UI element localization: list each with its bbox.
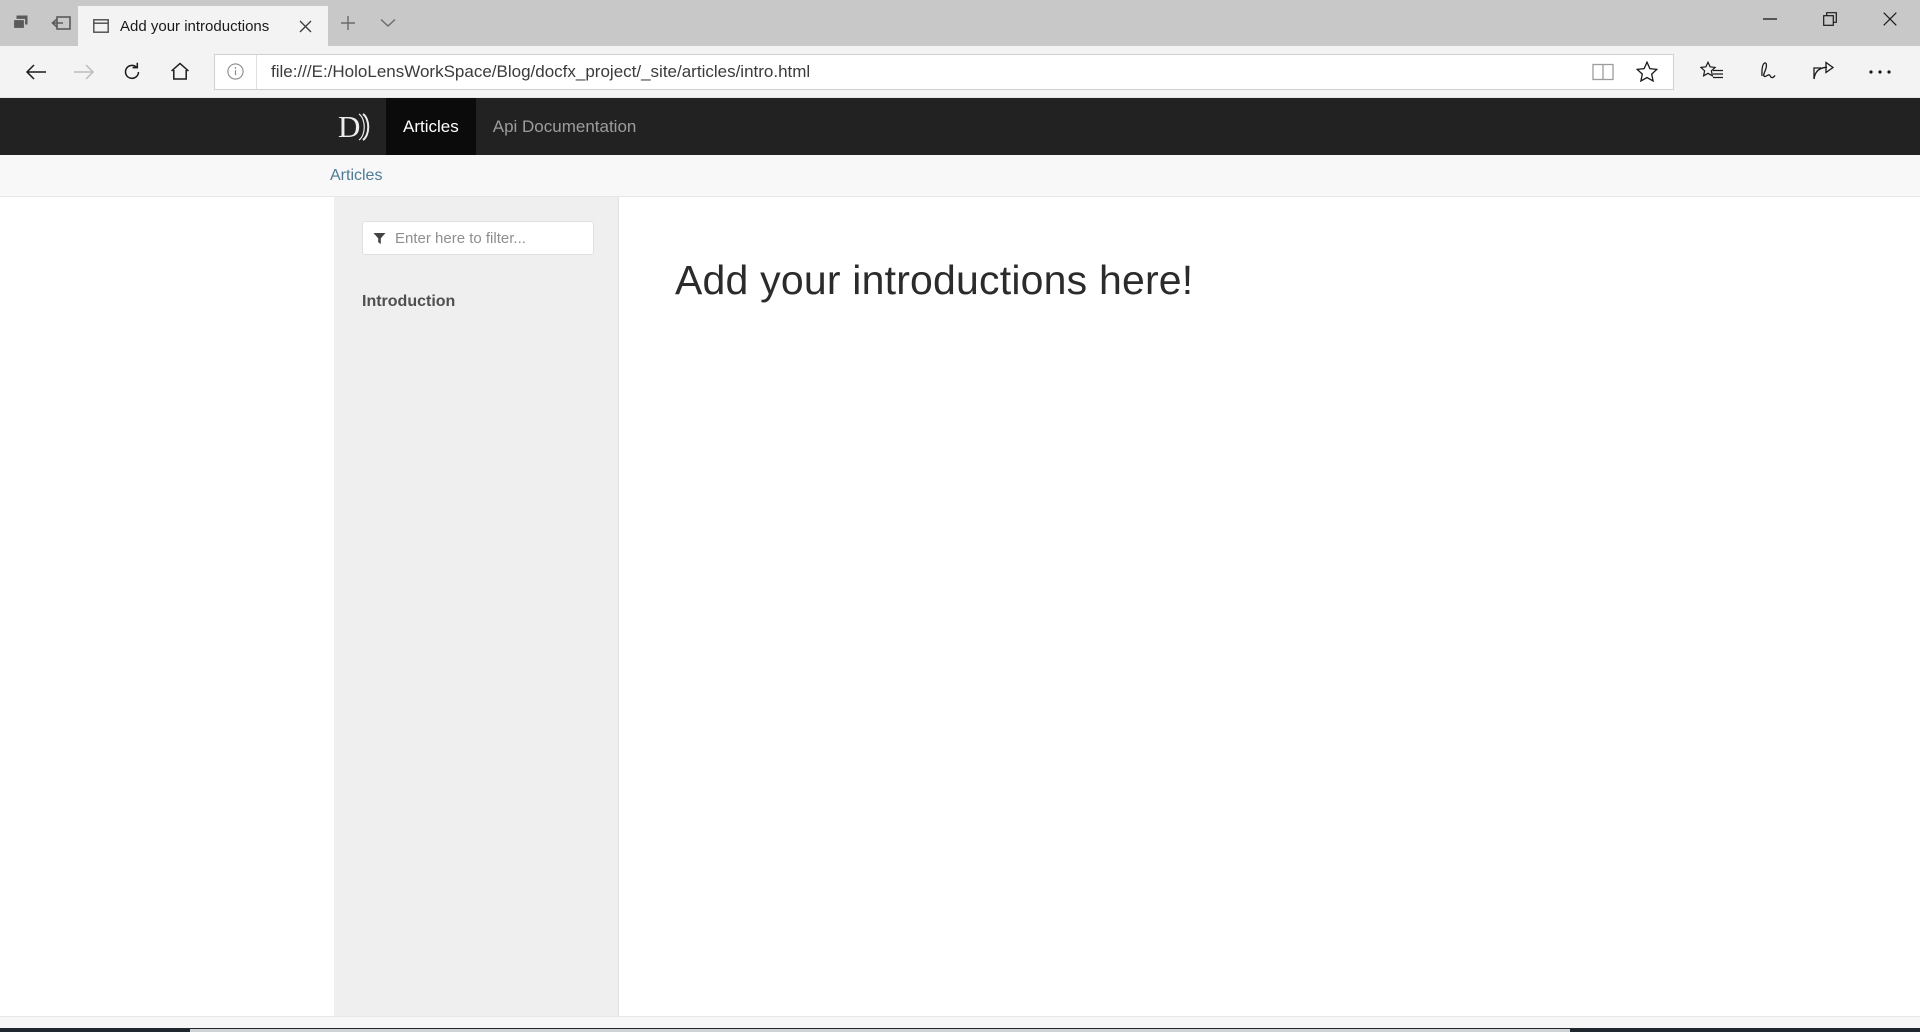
- browser-toolbar: file:///E:/HoloLensWorkSpace/Blog/docfx_…: [0, 46, 1920, 98]
- new-tab-button[interactable]: [328, 0, 368, 46]
- site-nav-api-documentation[interactable]: Api Documentation: [476, 98, 654, 155]
- close-icon[interactable]: [1860, 0, 1920, 38]
- refresh-button[interactable]: [110, 52, 154, 92]
- address-bar-actions: [1581, 55, 1673, 89]
- window-icon: [92, 17, 110, 35]
- page-title: Add your introductions here!: [675, 257, 1194, 303]
- back-button[interactable]: [14, 52, 58, 92]
- close-icon[interactable]: [292, 13, 318, 39]
- minimize-icon[interactable]: [1740, 0, 1800, 38]
- forward-button[interactable]: [62, 52, 106, 92]
- site-nav-articles[interactable]: Articles: [386, 98, 476, 155]
- url-text[interactable]: file:///E:/HoloLensWorkSpace/Blog/docfx_…: [257, 62, 1581, 82]
- info-icon[interactable]: [215, 54, 257, 89]
- left-gutter: [0, 197, 334, 1016]
- search-input[interactable]: [395, 229, 594, 247]
- address-bar[interactable]: file:///E:/HoloLensWorkSpace/Blog/docfx_…: [214, 53, 1674, 90]
- article-content: Add your introductions here!: [619, 197, 1920, 1016]
- sidebar-filter-wrap: [334, 221, 618, 255]
- home-button[interactable]: [158, 52, 202, 92]
- tab-preview-icon[interactable]: [10, 12, 32, 34]
- browser-tab[interactable]: Add your introductions: [78, 6, 328, 46]
- os-taskbar-strip: [0, 1022, 1920, 1032]
- restore-icon[interactable]: [1800, 0, 1860, 38]
- docfx-d-logo[interactable]: D: [330, 98, 386, 155]
- tab-title: Add your introductions: [120, 17, 270, 35]
- page-body: Introduction Add your introductions here…: [0, 197, 1920, 1016]
- share-icon[interactable]: [1798, 52, 1850, 92]
- window-controls: [1740, 0, 1920, 38]
- star-icon[interactable]: [1625, 55, 1669, 89]
- page-viewport: D Articles Api Documentation Articles En…: [0, 98, 1920, 1022]
- breadcrumb: Articles: [0, 155, 1920, 197]
- svg-text:D: D: [338, 110, 360, 144]
- browser-window: Add your introductions file:///E:/HoloLe…: [0, 0, 1920, 1032]
- filter-box[interactable]: [362, 221, 594, 255]
- tab-menu-button[interactable]: [368, 0, 408, 46]
- site-navbar: D Articles Api Documentation: [0, 98, 1920, 155]
- breadcrumb-item-articles[interactable]: Articles: [330, 167, 382, 185]
- titlebar-left-icons: [0, 0, 78, 46]
- sidebar-item-introduction[interactable]: Introduction: [362, 289, 590, 315]
- ellipsis-icon[interactable]: [1854, 52, 1906, 92]
- pen-icon[interactable]: [1742, 52, 1794, 92]
- title-bar: Add your introductions: [0, 0, 1920, 46]
- sidebar: Introduction: [334, 197, 619, 1016]
- funnel-icon: [373, 231, 387, 245]
- tab-strip: Add your introductions: [78, 0, 408, 46]
- favorites-hub-button[interactable]: [1686, 52, 1738, 92]
- book-icon[interactable]: [1581, 55, 1625, 89]
- set-tabs-aside-icon[interactable]: [50, 12, 72, 34]
- sidebar-toc: Introduction: [334, 289, 618, 315]
